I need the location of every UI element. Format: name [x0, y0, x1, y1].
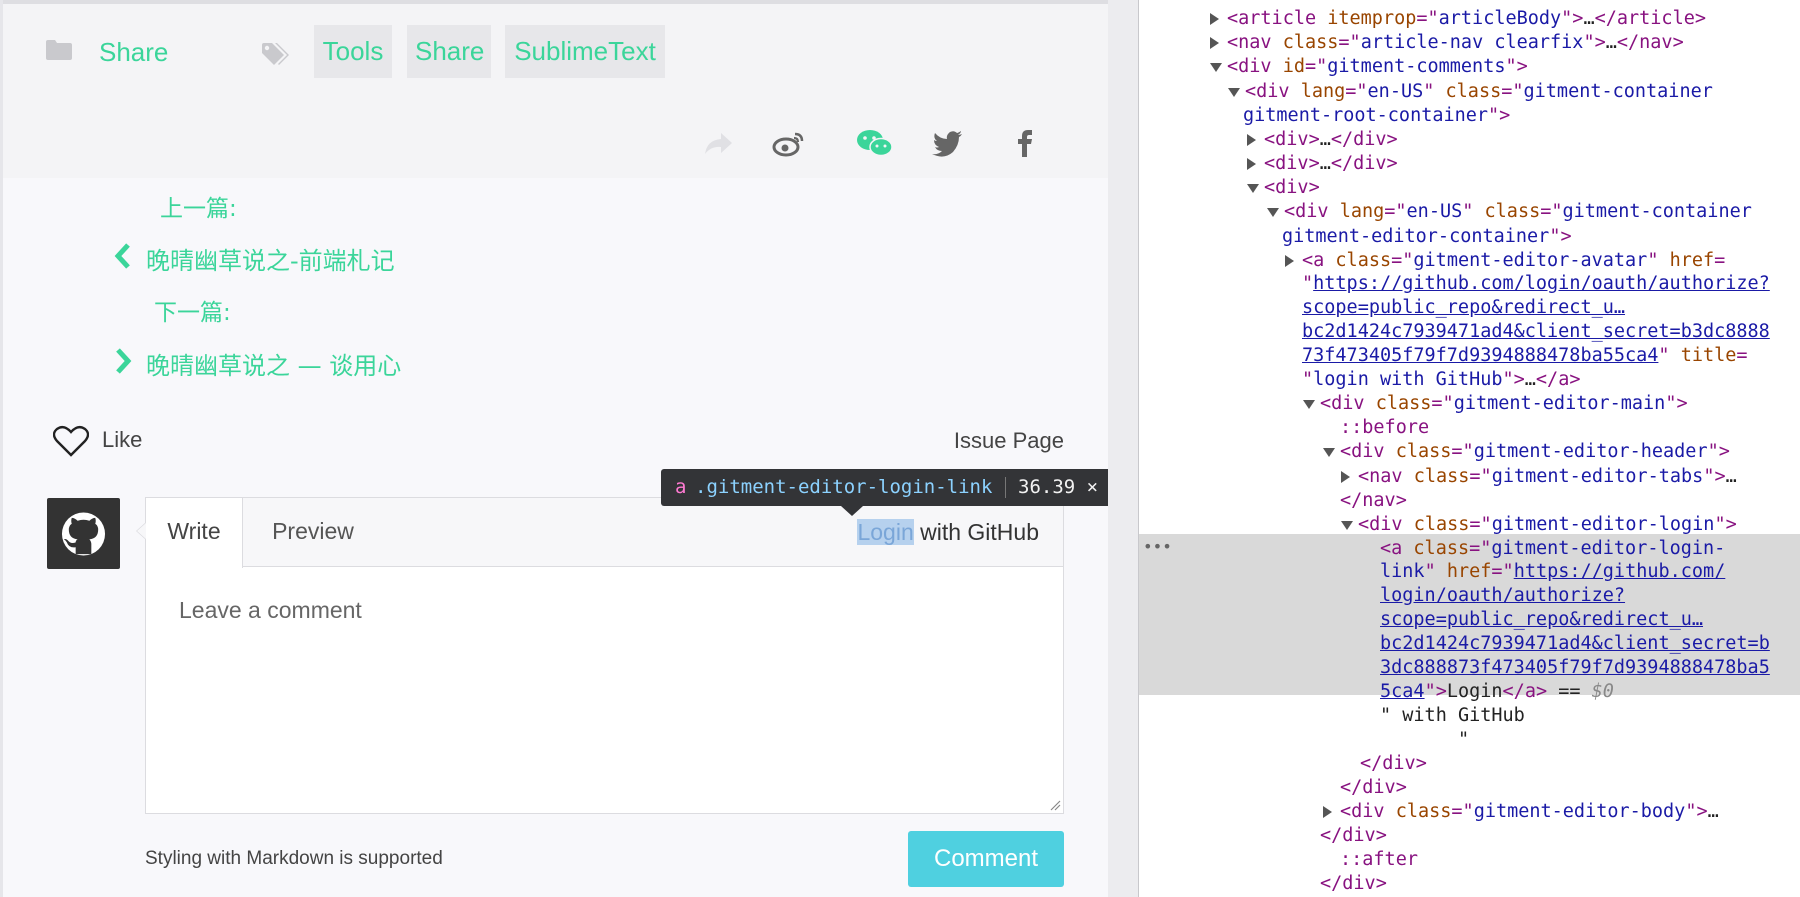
resize-grip-icon[interactable] [1049, 799, 1061, 811]
dom-node-line[interactable]: <div> [1264, 176, 1320, 200]
editor-header: Write Preview Login with GitHub [146, 498, 1063, 568]
blog-page: Share Tools Share SublimeText 上一篇: 晚晴幽草说… [0, 0, 1108, 897]
dom-node-line[interactable]: <div>…</div> [1264, 152, 1398, 176]
github-icon [61, 512, 106, 556]
page-scrollbar[interactable] [1108, 0, 1138, 897]
top-border [0, 0, 1108, 4]
folder-icon [46, 40, 72, 60]
next-post-label: 下一篇: [154, 300, 231, 326]
next-post-link[interactable]: 晚晴幽草说之 — 谈用心 [146, 346, 401, 381]
dom-node-line[interactable]: bc2d1424c7939471ad4&client_secret=b3dc88… [1302, 320, 1770, 344]
dom-node-line[interactable]: " with GitHub [1380, 704, 1525, 728]
heart-icon[interactable] [52, 425, 90, 457]
comment-button[interactable]: Comment [908, 831, 1064, 887]
comment-placeholder: Leave a comment [179, 597, 362, 623]
dom-node-line[interactable]: <article itemprop="articleBody">…</artic… [1227, 7, 1706, 31]
expand-arrow-right-icon[interactable] [1247, 134, 1256, 146]
share-arrow-icon[interactable] [701, 128, 735, 158]
expand-arrow-right-icon[interactable] [1323, 806, 1332, 818]
dom-node-line[interactable]: scope=public_repo&redirect_u… [1380, 608, 1703, 632]
editor-login: Login with GitHub [857, 519, 1039, 546]
expand-arrow-right-icon[interactable] [1341, 471, 1350, 483]
dom-node-line[interactable]: </div> [1320, 824, 1387, 848]
left-edge [0, 0, 3, 897]
dom-node-line[interactable]: </div> [1340, 776, 1407, 800]
expand-arrow-down-icon[interactable] [1323, 448, 1335, 457]
prev-post-link[interactable]: 晚晴幽草说之-前端札记 [146, 241, 395, 276]
dom-node-line[interactable]: </div> [1360, 752, 1427, 776]
dom-node-line[interactable]: login/oauth/authorize? [1380, 584, 1625, 608]
expand-arrow-down-icon[interactable] [1341, 521, 1353, 530]
dom-node-line[interactable]: <div lang="en-US" class="gitment-contain… [1245, 80, 1713, 104]
tab-preview[interactable]: Preview [243, 498, 383, 567]
dom-node-line[interactable]: <div>…</div> [1264, 128, 1398, 152]
expand-arrow-down-icon[interactable] [1303, 400, 1315, 409]
comment-editor: Write Preview Login with GitHub Leave a … [136, 497, 1064, 814]
dom-node-line[interactable]: </div> [1320, 872, 1387, 896]
devtools-elements-panel: ••• <article itemprop="articleBody">…</a… [1139, 0, 1800, 897]
expand-arrow-down-icon[interactable] [1228, 88, 1240, 97]
dom-node-line[interactable]: <div class="gitment-editor-header"> [1340, 440, 1730, 464]
dom-node-line[interactable]: gitment-root-container"> [1243, 104, 1510, 128]
comment-textarea[interactable]: Leave a comment [146, 568, 1063, 813]
dom-node-line[interactable]: <a class="gitment-editor-login- [1380, 537, 1725, 561]
facebook-icon[interactable] [1010, 128, 1040, 158]
tag-tools[interactable]: Tools [314, 25, 392, 78]
issue-page-link[interactable]: Issue Page [954, 428, 1064, 454]
twitter-icon[interactable] [931, 128, 965, 158]
tags-icon [262, 43, 292, 67]
tag-sublimetext[interactable]: SublimeText [505, 25, 665, 78]
dom-node-line[interactable]: 3dc888873f473405f79f7d9394888478ba5 [1380, 656, 1770, 680]
dom-node-line[interactable]: <nav class="article-nav clearfix">…</nav… [1227, 31, 1684, 55]
category-link[interactable]: Share [99, 37, 168, 68]
expand-arrow-down-icon[interactable] [1267, 208, 1279, 217]
expand-arrow-down-icon[interactable] [1210, 63, 1222, 72]
dom-node-line[interactable]: bc2d1424c7939471ad4&client_secret=b [1380, 632, 1770, 656]
chevron-right-icon[interactable] [114, 348, 132, 374]
dom-node-line[interactable]: "https://github.com/login/oauth/authoriz… [1302, 272, 1770, 296]
node-actions-icon[interactable]: ••• [1143, 537, 1172, 556]
tooltip-size: 36.39 × 14 [1018, 476, 1108, 498]
dom-node-line[interactable]: 73f473405f79f7d9394888478ba55ca4" title= [1302, 344, 1748, 368]
dom-node-line[interactable]: <a class="gitment-editor-avatar" href= [1302, 249, 1725, 273]
inspector-tooltip: a .gitment-editor-login-link 36.39 × 14 [661, 469, 1108, 516]
expand-arrow-right-icon[interactable] [1247, 158, 1256, 170]
wechat-icon[interactable] [856, 128, 894, 158]
login-link[interactable]: Login [857, 519, 914, 545]
dom-node-line[interactable]: <div lang="en-US" class="gitment-contain… [1284, 200, 1752, 224]
tab-write[interactable]: Write [146, 498, 243, 568]
dom-node-line[interactable]: 5ca4">Login</a> == $0 [1380, 680, 1614, 704]
dom-node-line[interactable]: <nav class="gitment-editor-tabs">… [1358, 465, 1737, 489]
dom-node-line[interactable]: <div class="gitment-editor-body">… [1340, 800, 1719, 824]
dom-node-line[interactable]: </nav> [1340, 489, 1407, 513]
like-button[interactable]: Like [102, 427, 142, 453]
weibo-icon[interactable] [772, 128, 806, 158]
dom-node-line[interactable]: gitment-editor-container"> [1282, 225, 1572, 249]
expand-arrow-right-icon[interactable] [1285, 255, 1294, 267]
tooltip-tag: a [675, 476, 687, 498]
tooltip-selector: .gitment-editor-login-link [695, 476, 993, 498]
expand-arrow-right-icon[interactable] [1210, 37, 1219, 49]
dom-node-line[interactable]: link" href="https://github.com/ [1380, 560, 1725, 584]
dom-node-line[interactable]: <div class="gitment-editor-login"> [1358, 513, 1737, 537]
dom-node-line[interactable]: <div id="gitment-comments"> [1227, 55, 1528, 79]
expand-arrow-down-icon[interactable] [1247, 184, 1259, 193]
dom-node-line[interactable]: ::before [1340, 416, 1429, 440]
prev-post-label: 上一篇: [160, 196, 237, 222]
dom-node-line[interactable]: " [1380, 728, 1469, 752]
github-avatar-link[interactable] [47, 498, 120, 569]
markdown-note: Styling with Markdown is supported [145, 848, 443, 869]
tooltip-separator [1005, 477, 1006, 498]
dom-node-line[interactable]: scope=public_repo&redirect_u… [1302, 296, 1625, 320]
dom-node-line[interactable]: <div class="gitment-editor-main"> [1320, 392, 1688, 416]
dom-node-line[interactable]: ::after [1340, 848, 1418, 872]
login-suffix: with GitHub [913, 519, 1039, 545]
chevron-left-icon[interactable] [114, 243, 132, 269]
expand-arrow-right-icon[interactable] [1210, 13, 1219, 25]
tag-share[interactable]: Share [407, 25, 491, 78]
dom-node-line[interactable]: "login with GitHub">…</a> [1302, 368, 1580, 392]
